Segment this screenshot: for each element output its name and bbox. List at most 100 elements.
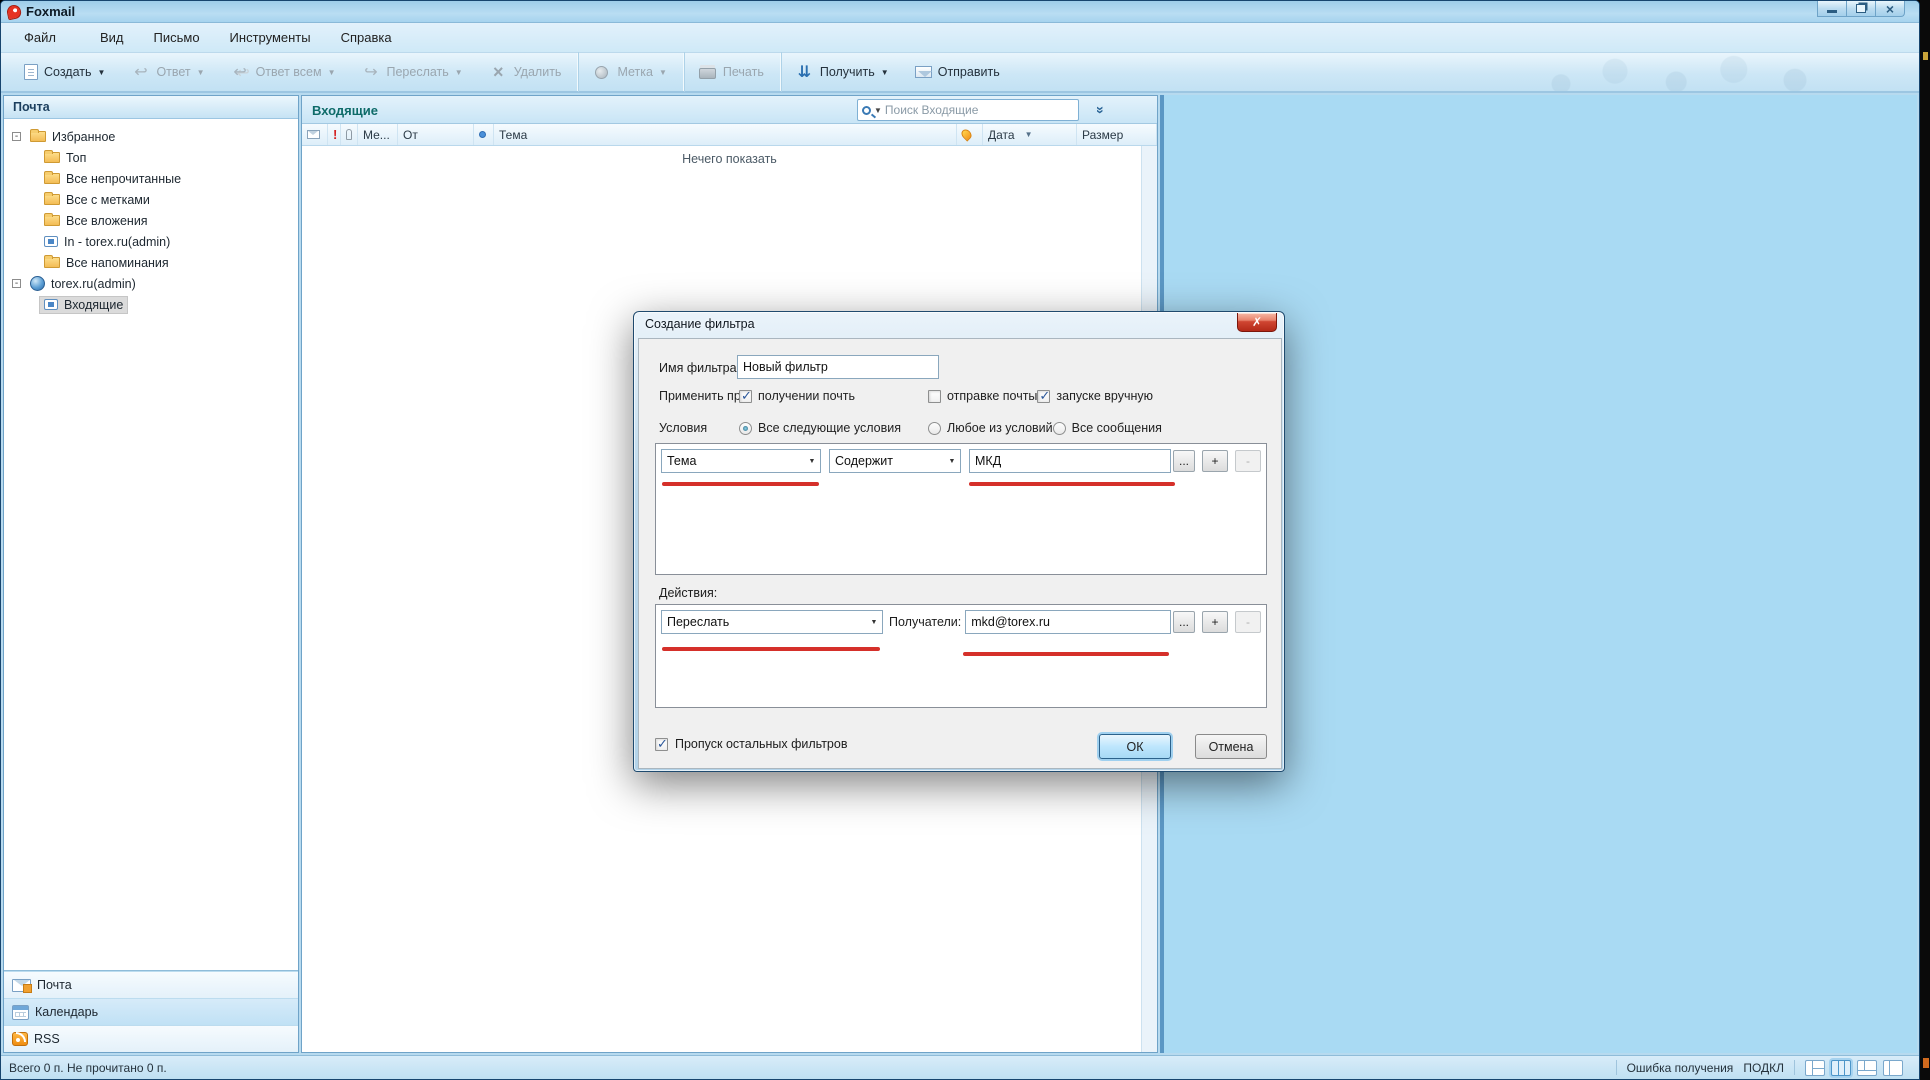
column-label: Размер — [1082, 128, 1123, 142]
menu-item[interactable]: Вид — [85, 25, 139, 50]
browse-button[interactable]: ... — [1173, 611, 1195, 633]
menu-item[interactable]: Файл — [9, 25, 71, 50]
tree-item-label: Топ — [66, 151, 86, 165]
tree-item-icon — [44, 236, 58, 247]
toolbar-button[interactable]: Отправить ▼ — [902, 52, 1013, 92]
expander-icon[interactable] — [12, 132, 21, 141]
toolbar-button-icon — [698, 63, 717, 82]
tree-item[interactable]: Избранное — [4, 126, 298, 147]
filter-name-input[interactable] — [737, 355, 939, 379]
tree-item[interactable]: Все непрочитанные — [4, 168, 298, 189]
apply-option-label: запуске вручную — [1056, 389, 1153, 403]
condition-value-input[interactable] — [969, 449, 1171, 473]
condition-field-dropdown[interactable]: Тема ▼ — [661, 449, 821, 473]
folder-tree: Избранное Топ Все непрочитанные — [4, 119, 298, 970]
checkbox[interactable] — [1037, 390, 1050, 403]
tree-item[interactable]: Все с метками — [4, 189, 298, 210]
nav-tab[interactable]: RSS — [4, 1025, 298, 1052]
expander-icon[interactable] — [12, 279, 21, 288]
condition-mode-label: Все сообщения — [1072, 421, 1162, 435]
tree-item[interactable]: In - torex.ru(admin) — [4, 231, 298, 252]
tree-item-label: Все вложения — [66, 214, 148, 228]
ok-button[interactable]: ОК — [1099, 734, 1171, 759]
checkbox[interactable] — [655, 738, 668, 751]
toolbar-button[interactable]: Получить ▼ — [781, 52, 902, 92]
toolbar-button[interactable]: Ответ всем ▼ — [218, 52, 349, 92]
column-icon — [307, 130, 320, 139]
toolbar-button[interactable]: Создать ▼ — [11, 52, 118, 92]
condition-mode-option[interactable]: Любое из условий — [928, 421, 1053, 435]
apply-option[interactable]: получении почть — [739, 389, 928, 403]
tree-item[interactable]: torex.ru(admin) — [4, 273, 298, 294]
add-action-button[interactable]: + — [1202, 611, 1228, 633]
column-icon — [346, 129, 352, 140]
toolbar-button[interactable]: Удалить ▼ — [476, 52, 575, 92]
tree-item-label: Все с метками — [66, 193, 150, 207]
toolbar-button[interactable]: Переслать ▼ — [348, 52, 475, 92]
skip-filters-label: Пропуск остальных фильтров — [675, 737, 847, 751]
cancel-button[interactable]: Отмена — [1195, 734, 1267, 759]
tree-item-icon — [44, 173, 60, 184]
checkbox[interactable] — [739, 390, 752, 403]
action-type-dropdown[interactable]: Переслать ▼ — [661, 610, 883, 634]
column-header[interactable]: От ▼ — [398, 124, 474, 145]
condition-mode-option[interactable]: Все сообщения — [1053, 421, 1162, 435]
layout-button[interactable] — [1883, 1060, 1903, 1076]
column-header[interactable]: Ме... ▼ — [358, 124, 398, 145]
column-header[interactable]: ▼ — [328, 124, 341, 145]
column-header[interactable]: Дата ▼ — [983, 124, 1077, 145]
search-input[interactable] — [885, 103, 1074, 117]
toolbar-button[interactable]: Печать ▼ — [684, 52, 777, 92]
column-header[interactable]: ▼ — [302, 124, 328, 145]
apply-option[interactable]: отправке почты — [928, 389, 1037, 403]
apply-option-label: получении почть — [758, 389, 855, 403]
toolbar-button[interactable]: Метка ▼ — [578, 52, 679, 92]
tree-item[interactable]: Топ — [4, 147, 298, 168]
conditions-mode-row: Условия Все следующие условия Любое из у… — [659, 421, 1269, 435]
apply-option[interactable]: запуске вручную — [1037, 389, 1153, 403]
collapse-chevron-icon[interactable]: » — [1093, 106, 1109, 114]
dialog-close-button[interactable]: ✗ — [1237, 313, 1277, 332]
column-headers: ▼ ▼ ▼ Ме... ▼ От — [302, 124, 1157, 146]
toolbar-button-icon — [592, 63, 611, 82]
search-scope-chevron-icon[interactable]: ▼ — [874, 106, 882, 115]
skip-filters-option[interactable]: Пропуск остальных фильтров — [655, 737, 847, 751]
condition-mode-option[interactable]: Все следующие условия — [739, 421, 928, 435]
remove-action-button[interactable]: - — [1235, 611, 1261, 633]
nav-tab[interactable]: Почта — [4, 971, 298, 998]
menu-item[interactable]: Справка — [326, 25, 407, 50]
tree-item[interactable]: Входящие — [4, 294, 298, 315]
tree-item[interactable]: Все вложения — [4, 210, 298, 231]
column-header[interactable]: ▼ — [341, 124, 358, 145]
layout-button[interactable] — [1831, 1060, 1851, 1076]
remove-condition-button[interactable]: - — [1235, 450, 1261, 472]
window-button[interactable] — [1817, 1, 1847, 17]
nav-tab-icon — [12, 1005, 29, 1020]
search-box[interactable]: ▼ — [857, 99, 1079, 121]
browse-button[interactable]: ... — [1173, 450, 1195, 472]
checkbox[interactable] — [928, 390, 941, 403]
tree-item[interactable]: Все напоминания — [4, 252, 298, 273]
column-icon — [333, 127, 337, 142]
column-header[interactable]: Тема ▼ — [494, 124, 957, 145]
tree-item-label: Все напоминания — [66, 256, 169, 270]
add-condition-button[interactable]: + — [1202, 450, 1228, 472]
column-header[interactable]: Размер ▼ — [1077, 124, 1157, 145]
window-button[interactable] — [1875, 1, 1905, 17]
dialog-title: Создание фильтра — [645, 317, 755, 331]
radio-button[interactable] — [739, 422, 752, 435]
column-header[interactable]: ▼ — [474, 124, 494, 145]
nav-tab[interactable]: Календарь — [4, 998, 298, 1025]
radio-button[interactable] — [928, 422, 941, 435]
window-button[interactable] — [1846, 1, 1876, 17]
layout-button[interactable] — [1857, 1060, 1877, 1076]
error-status: Ошибка получения — [1627, 1061, 1734, 1075]
layout-button[interactable] — [1805, 1060, 1825, 1076]
menu-item[interactable]: Инструменты — [215, 25, 326, 50]
menu-item[interactable]: Письмо — [139, 25, 215, 50]
condition-operator-dropdown[interactable]: Содержит ▼ — [829, 449, 961, 473]
recipients-input[interactable] — [965, 610, 1171, 634]
toolbar-button[interactable]: Ответ ▼ — [118, 52, 217, 92]
radio-button[interactable] — [1053, 422, 1066, 435]
column-header[interactable]: ▼ — [957, 124, 983, 145]
